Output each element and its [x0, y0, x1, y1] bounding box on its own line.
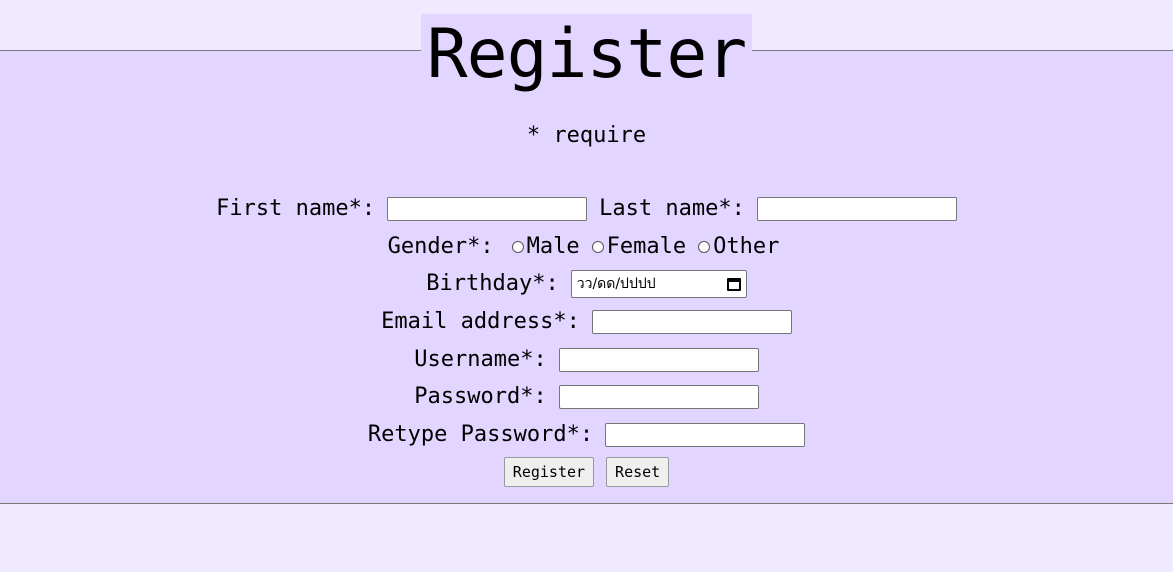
- gender-label: Gender*:: [387, 234, 494, 259]
- email-label: Email address*:: [381, 309, 580, 334]
- password-row: Password*:: [0, 383, 1173, 411]
- gender-row: Gender*: Male Female Other: [0, 233, 1173, 261]
- email-input[interactable]: [591, 310, 792, 334]
- last-name-input[interactable]: [756, 197, 957, 221]
- gender-male-label: Male: [526, 234, 580, 259]
- title-wrap: Register: [0, 14, 1173, 96]
- username-row: Username*:: [0, 346, 1173, 374]
- radio-female[interactable]: [591, 241, 604, 253]
- username-label: Username*:: [414, 347, 547, 372]
- gender-option-female[interactable]: Female: [591, 233, 687, 261]
- require-note: * require: [526, 123, 647, 148]
- password-input[interactable]: [558, 385, 759, 409]
- birthday-input[interactable]: วว/ดด/ปปปป: [570, 270, 747, 298]
- retype-password-row: Retype Password*:: [0, 421, 1173, 449]
- name-row: First name*: Last name*:: [0, 195, 1173, 223]
- email-row: Email address*:: [0, 308, 1173, 336]
- birthday-row: Birthday*: วว/ดด/ปปปป: [0, 270, 1173, 298]
- gender-other-label: Other: [713, 234, 780, 259]
- retype-password-input[interactable]: [605, 423, 806, 447]
- username-input[interactable]: [558, 348, 759, 372]
- birthday-placeholder: วว/ดด/ปปปป: [576, 276, 656, 292]
- page-title: Register: [420, 14, 753, 96]
- retype-password-label: Retype Password*:: [367, 422, 594, 447]
- page: Register * require First name*: Last nam…: [0, 0, 1173, 572]
- calendar-icon[interactable]: [726, 277, 741, 291]
- radio-other[interactable]: [698, 241, 711, 253]
- first-name-input[interactable]: [387, 197, 588, 221]
- buttons-row: Register Reset: [0, 457, 1173, 487]
- birthday-label: Birthday*:: [426, 271, 559, 296]
- password-label: Password*:: [414, 384, 547, 409]
- gender-option-male[interactable]: Male: [511, 233, 580, 261]
- reset-button[interactable]: Reset: [606, 457, 670, 487]
- gender-female-label: Female: [606, 234, 687, 259]
- register-button[interactable]: Register: [503, 457, 595, 487]
- gender-option-other[interactable]: Other: [698, 233, 779, 261]
- last-name-label: Last name*:: [599, 196, 745, 221]
- first-name-label: First name*:: [216, 196, 376, 221]
- radio-male[interactable]: [511, 241, 524, 253]
